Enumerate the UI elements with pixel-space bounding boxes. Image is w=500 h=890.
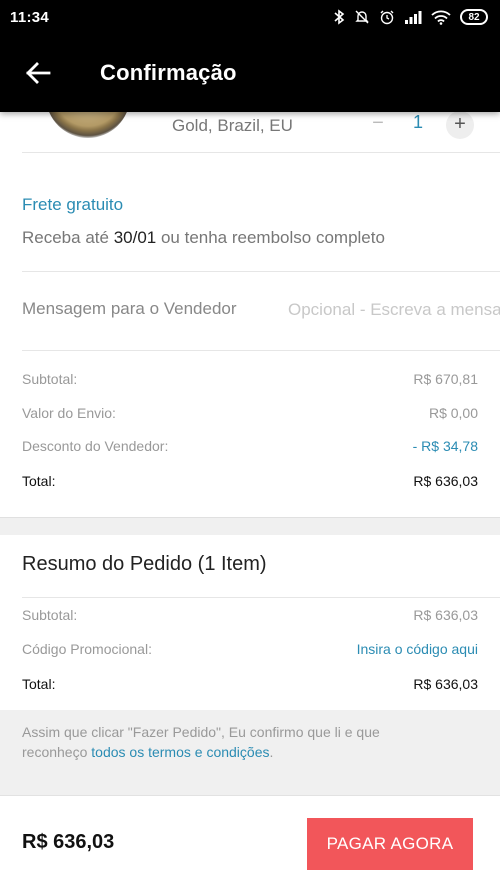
shipping-description: Receba até 30/01 ou tenha reembolso comp… [22, 228, 385, 248]
seller-total-row: Total: R$ 636,03 [22, 473, 478, 489]
order-total-row: Total: R$ 636,03 [22, 676, 478, 692]
arrow-left-icon [26, 62, 51, 84]
checkout-bar: R$ 636,03 PAGAR AGORA [0, 795, 500, 890]
battery-icon: 82 [460, 9, 488, 25]
promo-code-label: Código Promocional: [22, 641, 152, 657]
terms-text-line2: reconheço todos os termos e condições. [22, 742, 478, 762]
alarm-icon [380, 10, 394, 25]
product-row: Gold, Brazil, EU − 1 + [0, 112, 500, 152]
seller-discount-row: Desconto do Vendedor: - R$ 34,78 [22, 438, 478, 454]
terms-link[interactable]: todos os termos e condições [91, 744, 269, 760]
section-separator [0, 772, 500, 795]
mute-bell-icon [355, 10, 369, 24]
divider [22, 350, 500, 351]
divider [22, 152, 500, 153]
order-total-value: R$ 636,03 [413, 676, 478, 692]
bluetooth-icon [334, 9, 345, 25]
status-bar: 11:34 82 [0, 0, 500, 34]
back-button[interactable] [8, 34, 68, 112]
seller-discount-value: - R$ 34,78 [412, 438, 478, 454]
order-subtotal-value: R$ 636,03 [413, 607, 478, 623]
section-separator [0, 517, 500, 535]
terms-notice: Assim que clicar "Fazer Pedido", Eu conf… [0, 710, 500, 772]
order-subtotal-row: Subtotal: R$ 636,03 [22, 607, 478, 623]
product-variant: Gold, Brazil, EU [172, 116, 293, 135]
terms-text-line1: Assim que clicar "Fazer Pedido", Eu conf… [22, 724, 380, 740]
order-subtotal-label: Subtotal: [22, 607, 78, 623]
terms-text-prefix: reconheço [22, 744, 92, 760]
signal-icon [405, 11, 422, 24]
checkout-total: R$ 636,03 [22, 831, 115, 853]
wifi-icon [431, 10, 451, 25]
shipping-date: 30/01 [113, 228, 157, 247]
shipping-cost-label: Valor do Envio: [22, 405, 116, 421]
order-total-label: Total: [22, 676, 56, 692]
terms-text-suffix: . [269, 744, 274, 760]
quantity-value: 1 [412, 112, 423, 132]
shipping-cost-value: R$ 0,00 [428, 405, 478, 421]
status-time: 11:34 [10, 8, 50, 26]
divider [22, 597, 500, 598]
page-title: Confirmação [100, 60, 237, 85]
shipping-title: Frete gratuito [22, 195, 124, 214]
shipping-cost-row: Valor do Envio: R$ 0,00 [22, 405, 478, 421]
seller-total-value: R$ 636,03 [413, 473, 478, 489]
seller-subtotal-value: R$ 670,81 [413, 371, 478, 387]
order-summary-title: Resumo do Pedido (1 Item) [22, 553, 267, 575]
status-icons: 82 [333, 9, 488, 25]
pay-now-button[interactable]: PAGAR AGORA [307, 818, 473, 870]
product-thumbnail [46, 112, 130, 138]
seller-total-label: Total: [22, 473, 56, 489]
app-bar: Confirmação [0, 34, 500, 112]
divider [22, 271, 500, 272]
seller-discount-label: Desconto do Vendedor: [22, 438, 169, 454]
promo-code-row: Código Promocional: Insira o código aqui [22, 641, 478, 657]
seller-subtotal-row: Subtotal: R$ 670,81 [22, 371, 478, 387]
quantity-decrease-button[interactable]: − [368, 112, 388, 140]
seller-message-input[interactable] [288, 296, 500, 324]
shipping-desc-prefix: Receba até [22, 228, 114, 247]
quantity-increase-button[interactable]: + [446, 112, 474, 139]
seller-subtotal-label: Subtotal: [22, 371, 78, 387]
shipping-desc-suffix: ou tenha reembolso completo [156, 228, 385, 247]
seller-message-label: Mensagem para o Vendedor [22, 299, 237, 318]
promo-code-link[interactable]: Insira o código aqui [357, 641, 478, 657]
